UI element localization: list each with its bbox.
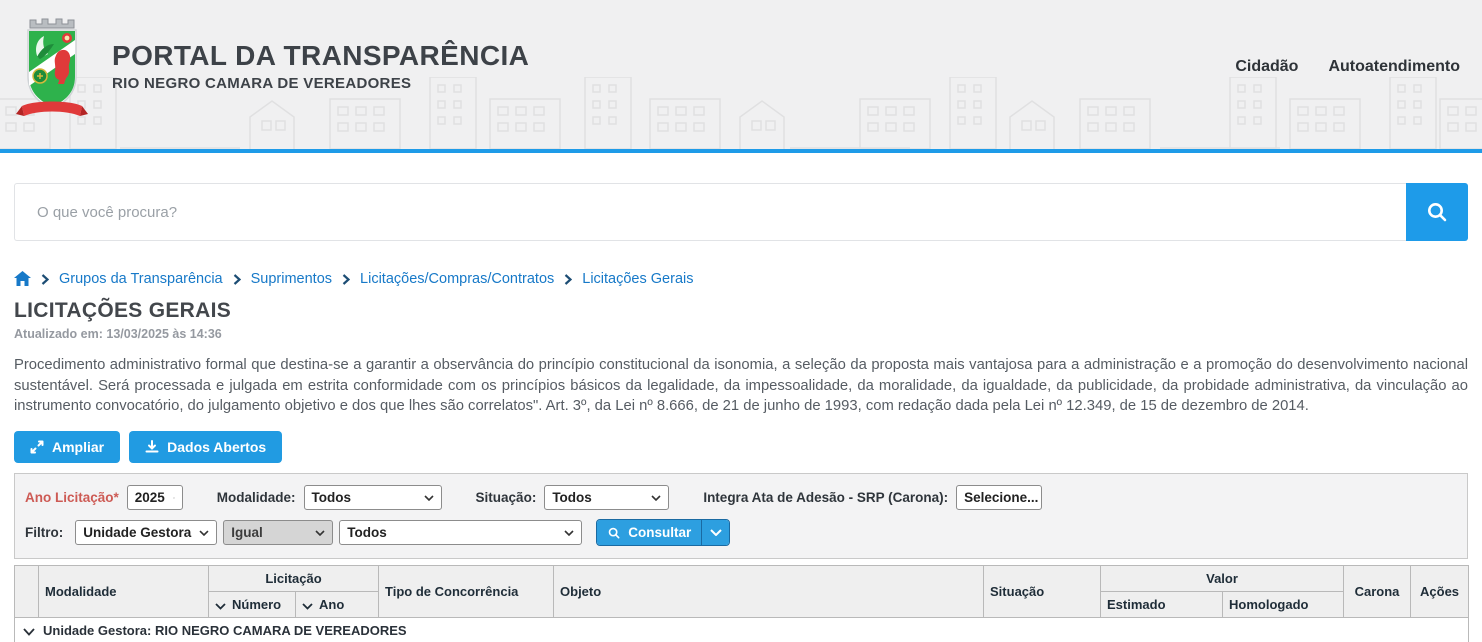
- modalidade-select[interactable]: Todos: [304, 485, 442, 510]
- licitacoes-table: Modalidade Licitação Tipo de Concorrênci…: [14, 565, 1469, 642]
- download-icon: [145, 440, 159, 454]
- situacao-select[interactable]: Todos: [544, 485, 669, 510]
- chevron-right-icon: [41, 274, 49, 285]
- col-homologado: Homologado: [1223, 592, 1344, 618]
- consultar-dropdown-toggle[interactable]: [701, 520, 729, 545]
- portal-subtitle: RIO NEGRO CAMARA DE VEREADORES: [112, 75, 529, 92]
- consultar-split-button: Consultar: [596, 519, 730, 546]
- chevron-down-icon: [424, 495, 434, 501]
- ampliar-button[interactable]: Ampliar: [14, 431, 120, 463]
- col-tipo-concorrencia: Tipo de Concorrência: [379, 566, 554, 618]
- expand-icon: [30, 440, 44, 454]
- group-row-label: Unidade Gestora: RIO NEGRO CAMARA DE VER…: [43, 623, 407, 638]
- page-description: Procedimento administrativo formal que d…: [14, 355, 1468, 417]
- filtro-campo-select[interactable]: Unidade Gestora: [75, 520, 217, 545]
- search-bar: [14, 183, 1468, 241]
- filtro-label: Filtro:: [25, 525, 63, 540]
- site-header: PORTAL DA TRANSPARÊNCIA RIO NEGRO CAMARA…: [0, 0, 1482, 153]
- dados-abertos-button[interactable]: Dados Abertos: [129, 431, 282, 463]
- ano-licitacao-select[interactable]: 2025: [127, 485, 183, 510]
- integra-ata-label: Integra Ata de Adesão - SRP (Carona):: [703, 490, 948, 505]
- col-ano[interactable]: Ano: [296, 592, 379, 618]
- col-expand: [15, 566, 39, 618]
- chevron-right-icon: [564, 274, 572, 285]
- chevron-right-icon: [233, 274, 241, 285]
- col-group-valor: Valor: [1101, 566, 1344, 592]
- col-estimado: Estimado: [1101, 592, 1223, 618]
- col-acoes: Ações: [1411, 566, 1469, 618]
- top-nav: Cidadão Autoatendimento: [1235, 58, 1460, 76]
- nav-autoatendimento[interactable]: Autoatendimento: [1328, 58, 1460, 76]
- situacao-label: Situação:: [476, 490, 537, 505]
- chevron-down-icon: [651, 495, 661, 501]
- updated-timestamp: Atualizado em: 13/03/2025 às 14:36: [14, 327, 1468, 341]
- action-buttons: Ampliar Dados Abertos: [14, 431, 1468, 463]
- search-icon: [1425, 200, 1449, 224]
- col-carona: Carona: [1344, 566, 1411, 618]
- col-situacao: Situação: [984, 566, 1101, 618]
- filtro-operador-select[interactable]: Igual: [223, 520, 333, 545]
- search-input[interactable]: [14, 183, 1406, 241]
- col-modalidade: Modalidade: [39, 566, 209, 618]
- breadcrumb-licitacoes-compras[interactable]: Licitações/Compras/Contratos: [360, 271, 554, 287]
- breadcrumb-home[interactable]: [14, 271, 31, 287]
- col-group-licitacao: Licitação: [209, 566, 379, 592]
- chevron-down-icon: [710, 529, 722, 536]
- sort-chevron-icon[interactable]: [215, 603, 226, 610]
- integra-ata-select[interactable]: Selecione...: [956, 485, 1042, 510]
- col-numero[interactable]: Número: [209, 592, 296, 618]
- page-title: LICITAÇÕES GERAIS: [14, 299, 1468, 323]
- chevron-down-icon: [564, 530, 574, 536]
- search-button[interactable]: [1406, 183, 1468, 241]
- nav-cidadao[interactable]: Cidadão: [1235, 58, 1298, 76]
- home-icon: [14, 271, 31, 287]
- filtro-valor-select[interactable]: Todos: [339, 520, 582, 545]
- sort-chevron-icon[interactable]: [302, 603, 313, 610]
- collapse-chevron-icon[interactable]: [23, 624, 35, 639]
- search-icon: [607, 526, 621, 540]
- consultar-button[interactable]: Consultar: [597, 520, 701, 545]
- ano-licitacao-label: Ano Licitação*: [25, 490, 119, 505]
- breadcrumb-licitacoes-gerais[interactable]: Licitações Gerais: [582, 271, 693, 287]
- col-objeto: Objeto: [554, 566, 984, 618]
- chevron-down-icon: [199, 530, 209, 536]
- chevron-down-icon: [315, 530, 325, 536]
- filter-panel: Ano Licitação* 2025 Modalidade: Todos Si…: [14, 473, 1468, 559]
- breadcrumb: Grupos da Transparência Suprimentos Lici…: [14, 271, 1468, 287]
- breadcrumb-suprimentos[interactable]: Suprimentos: [251, 271, 332, 287]
- coat-of-arms-logo: [14, 14, 90, 124]
- chevron-down-icon: [173, 495, 175, 501]
- portal-title: PORTAL DA TRANSPARÊNCIA: [112, 40, 529, 72]
- chevron-right-icon: [342, 274, 350, 285]
- modalidade-label: Modalidade:: [217, 490, 296, 505]
- breadcrumb-grupos[interactable]: Grupos da Transparência: [59, 271, 223, 287]
- table-group-row[interactable]: Unidade Gestora: RIO NEGRO CAMARA DE VER…: [15, 618, 1469, 642]
